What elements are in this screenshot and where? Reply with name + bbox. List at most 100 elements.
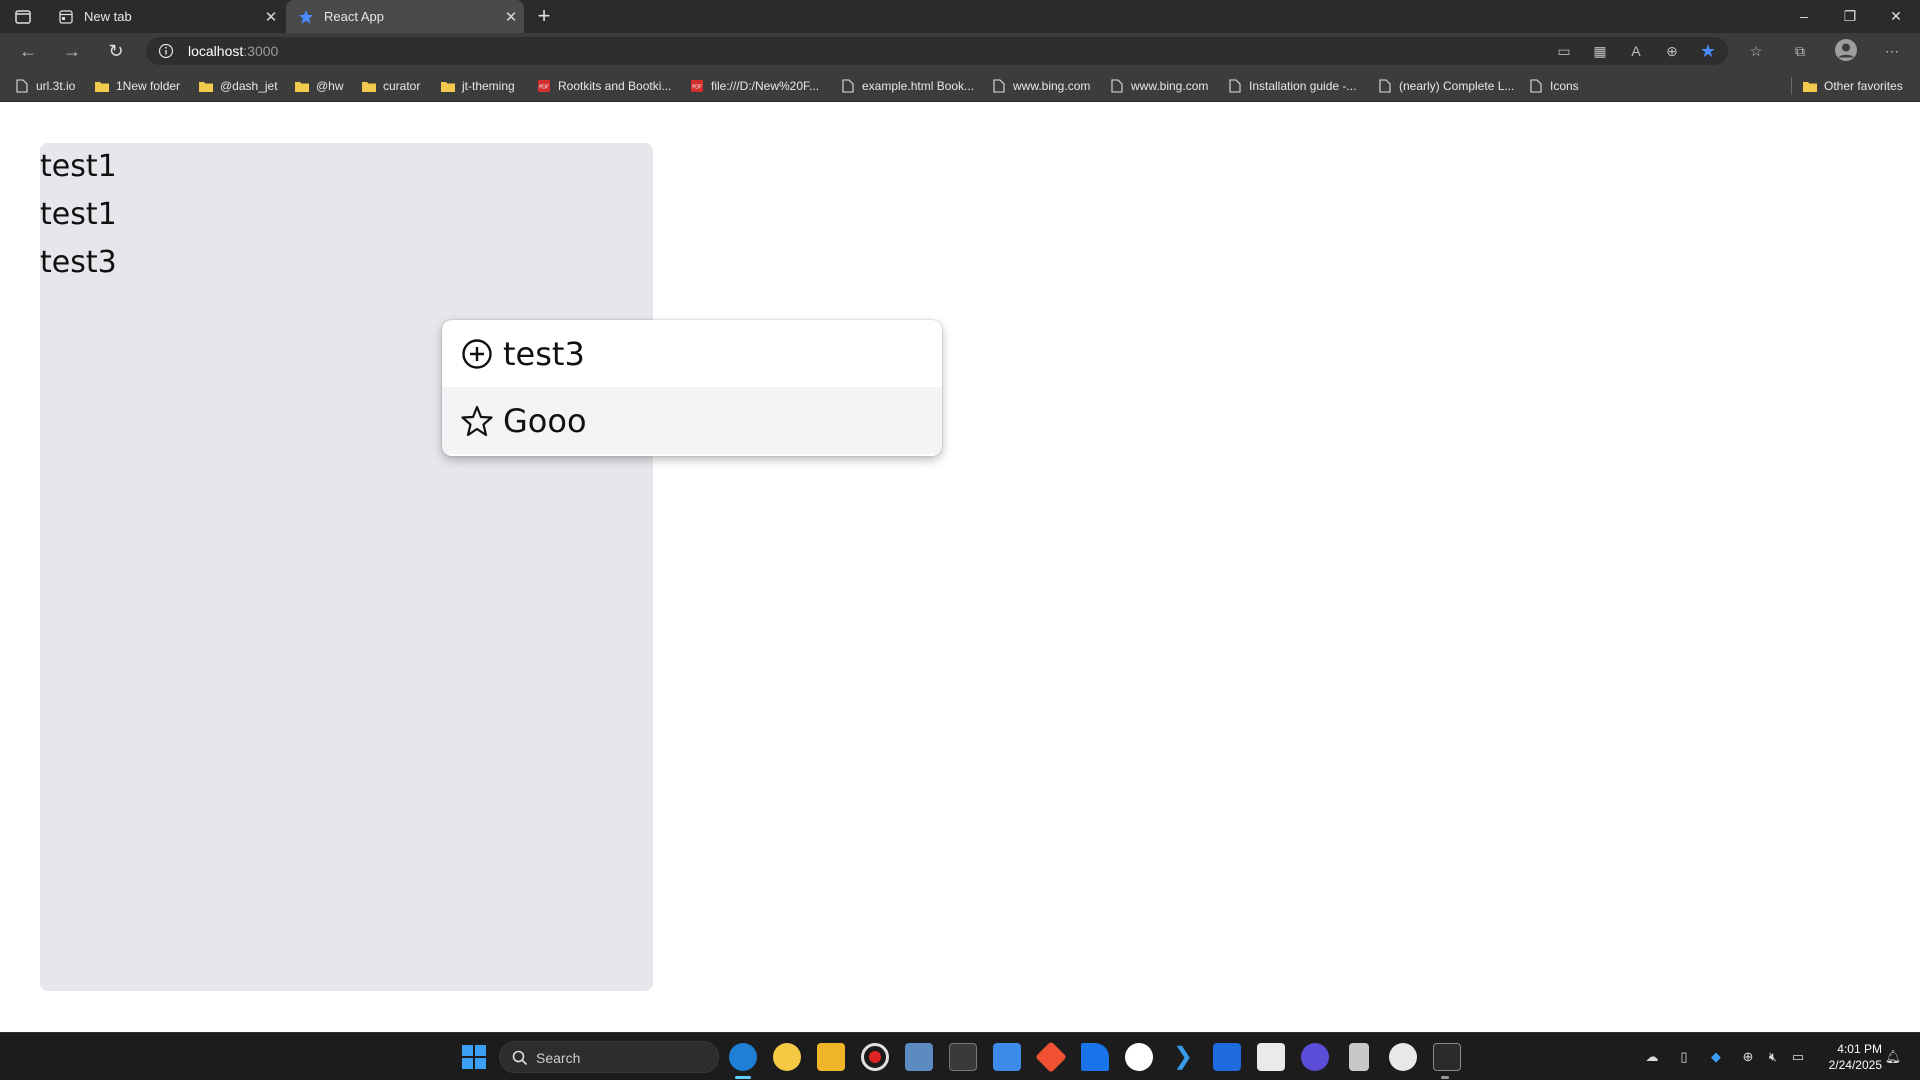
profile-avatar-icon[interactable] [1834, 38, 1858, 62]
refresh-icon[interactable]: ↻ [102, 38, 130, 64]
list-item[interactable]: test1 [40, 149, 117, 184]
menu-item-test3[interactable]: test3 [442, 320, 942, 387]
url-host: localhost [188, 43, 244, 59]
browser-tab-strip: New tab ✕ React App ✕ + – ❐ ✕ [0, 0, 1920, 33]
other-favorites-label: Other favorites [1824, 79, 1903, 93]
bookmark-folder[interactable]: @dash_jet [198, 76, 278, 96]
webstorm-icon[interactable] [1213, 1043, 1241, 1071]
page-viewport: test1 test1 test3 test3 Gooo [0, 102, 1920, 1032]
minimize-button[interactable]: – [1782, 0, 1826, 33]
drawing-app-icon[interactable] [1081, 1043, 1109, 1071]
git-icon[interactable] [1035, 1041, 1067, 1073]
notepad-icon[interactable] [993, 1043, 1021, 1071]
navigation-bar: ← → ↻ localhost:3000 ▭ ▦ A ⊕ ★ ☆ ⧉ ⋯ [0, 33, 1920, 69]
folder-icon [1802, 78, 1818, 94]
running-app-indicator [1441, 1076, 1449, 1079]
bookmark-item[interactable]: example.html Book... [840, 76, 974, 96]
page-icon [991, 78, 1007, 94]
control-panel-icon[interactable] [905, 1043, 933, 1071]
onedrive-icon[interactable]: ☁ [1643, 1048, 1661, 1066]
url-port: :3000 [243, 43, 279, 59]
bookmark-item[interactable]: url.3t.io [14, 76, 75, 96]
tab-actions-icon[interactable] [12, 6, 34, 28]
clock-date: 2/24/2025 [1828, 1058, 1882, 1072]
weather-app-icon[interactable] [773, 1043, 801, 1071]
app-available-icon[interactable]: ▭ [1554, 41, 1574, 61]
edge-browser-icon[interactable] [729, 1043, 757, 1071]
screen-recorder-icon[interactable] [861, 1043, 889, 1071]
clock-app-icon[interactable] [1389, 1043, 1417, 1071]
bookmark-label: curator [383, 79, 421, 93]
volume-muted-icon[interactable]: 🔇︎ [1764, 1048, 1782, 1066]
more-options-icon[interactable]: ⋯ [1882, 41, 1902, 61]
folder-icon [294, 78, 310, 94]
read-aloud-icon[interactable]: A [1626, 41, 1646, 61]
zoom-icon[interactable]: ⊕ [1662, 41, 1682, 61]
tab-title: New tab [84, 9, 132, 24]
bookmark-folder[interactable]: curator [361, 76, 420, 96]
bookmark-folder[interactable]: 1New folder [94, 76, 180, 96]
site-info-icon[interactable] [158, 43, 174, 59]
list-item[interactable]: test1 [40, 197, 117, 232]
bookmarks-divider [1791, 77, 1792, 95]
bookmarks-bar: url.3t.io 1New folder @dash_jet @hw cura… [0, 69, 1920, 102]
svg-text:PDF: PDF [692, 85, 702, 91]
bookmark-folder[interactable]: @hw [294, 76, 344, 96]
command-prompt-icon[interactable] [1433, 1043, 1461, 1071]
clock-time: 4:01 PM [1837, 1042, 1882, 1056]
bookmark-item[interactable]: Icons [1528, 76, 1579, 96]
restore-button[interactable]: ❐ [1828, 0, 1872, 33]
qr-code-icon[interactable]: ▦ [1590, 41, 1610, 61]
context-menu: test3 Gooo [442, 320, 942, 456]
url-text: localhost:3000 [188, 43, 278, 59]
notification-bell-icon[interactable]: 🔔︎ [1884, 1048, 1902, 1066]
terminal-icon[interactable] [949, 1043, 977, 1071]
bookmark-folder[interactable]: jt-theming [440, 76, 515, 96]
microsoft-store-icon[interactable] [1257, 1043, 1285, 1071]
forward-arrow-icon[interactable]: → [58, 38, 86, 64]
file-explorer-icon[interactable] [817, 1043, 845, 1071]
usb-icon[interactable]: ▯ [1675, 1048, 1693, 1066]
new-tab-button[interactable]: + [530, 4, 558, 30]
device-app-icon[interactable] [1349, 1043, 1369, 1071]
new-tab-page-icon [58, 9, 74, 25]
security-shield-icon[interactable]: ◆ [1707, 1048, 1725, 1066]
bookmark-item[interactable]: (nearly) Complete L... [1377, 76, 1514, 96]
app-circle-icon[interactable] [1301, 1043, 1329, 1071]
other-favorites-folder[interactable]: Other favorites [1802, 76, 1903, 96]
address-bar[interactable]: localhost:3000 [146, 37, 1728, 65]
page-icon [14, 78, 30, 94]
bookmark-label: example.html Book... [862, 79, 975, 93]
favorites-icon[interactable]: ☆ [1746, 41, 1766, 61]
bookmark-item[interactable]: Installation guide -... [1227, 76, 1356, 96]
menu-item-gooo[interactable]: Gooo [442, 387, 942, 454]
windows-start-icon[interactable] [462, 1045, 486, 1069]
close-tab-icon[interactable]: ✕ [258, 8, 284, 26]
network-globe-icon[interactable]: ⊕ [1739, 1048, 1757, 1066]
close-window-button[interactable]: ✕ [1874, 0, 1918, 33]
taskbar-clock[interactable]: 4:01 PM 2/24/2025 [1808, 1041, 1882, 1073]
bookmark-item[interactable]: PDF file:///D:/New%20F... [689, 76, 819, 96]
bookmark-item[interactable]: PDF Rootkits and Bootki... [536, 76, 671, 96]
favorite-star-icon[interactable]: ★ [1698, 41, 1718, 61]
bookmark-item[interactable]: www.bing.com [991, 76, 1090, 96]
tab-react-app[interactable]: React App ✕ [286, 0, 524, 33]
bookmark-item[interactable]: www.bing.com [1109, 76, 1208, 96]
back-arrow-icon[interactable]: ← [14, 38, 42, 64]
mongodb-icon[interactable] [1125, 1043, 1153, 1071]
close-tab-icon[interactable]: ✕ [498, 8, 524, 26]
taskbar-search-box[interactable]: Search [499, 1041, 719, 1073]
page-icon [1227, 78, 1243, 94]
react-logo-icon [298, 9, 314, 25]
tab-title: React App [324, 9, 384, 24]
tab-new-tab[interactable]: New tab ✕ [46, 0, 284, 33]
page-icon [1377, 78, 1393, 94]
list-item[interactable]: test3 [40, 245, 117, 280]
menu-item-label: Gooo [503, 401, 587, 440]
bookmark-label: Installation guide -... [1249, 79, 1357, 93]
collections-icon[interactable]: ⧉ [1790, 41, 1810, 61]
battery-icon[interactable]: ▭ [1789, 1048, 1807, 1066]
menu-item-label: test3 [503, 334, 585, 373]
bookmark-label: www.bing.com [1131, 79, 1209, 93]
vscode-icon[interactable]: ❯ [1169, 1043, 1197, 1071]
